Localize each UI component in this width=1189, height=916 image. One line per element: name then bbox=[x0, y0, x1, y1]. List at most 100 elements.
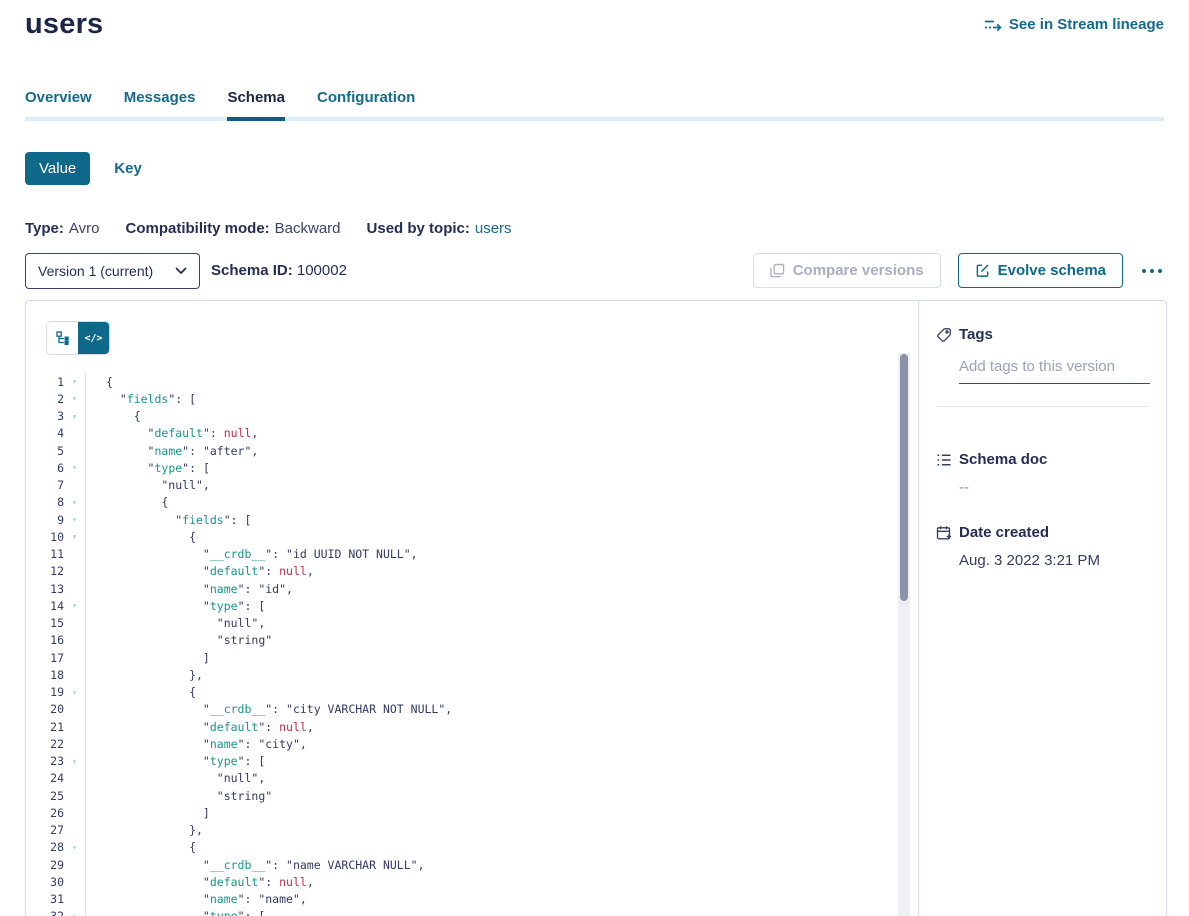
more-options-button[interactable] bbox=[1140, 263, 1164, 279]
tab-schema[interactable]: Schema bbox=[227, 89, 285, 117]
schema-panel: </> 1▾{2▾ "fields": [3▾ {4 "default": nu… bbox=[25, 300, 1167, 916]
code-line: 8▾ { bbox=[26, 494, 898, 511]
evolve-schema-label: Evolve schema bbox=[998, 262, 1106, 279]
tab-configuration[interactable]: Configuration bbox=[317, 89, 415, 117]
fold-toggle-icon[interactable]: ▾ bbox=[64, 498, 85, 507]
fold-toggle-icon[interactable]: ▾ bbox=[64, 601, 85, 610]
schema-doc-title: Schema doc bbox=[959, 451, 1047, 468]
code-text: "fields": [ bbox=[85, 511, 898, 528]
code-line: 23▾ "type": [ bbox=[26, 753, 898, 770]
code-line: 17 ] bbox=[26, 649, 898, 666]
scrollbar-thumb[interactable] bbox=[900, 354, 908, 601]
code-text: "default": null, bbox=[85, 873, 898, 890]
code-line: 18 }, bbox=[26, 666, 898, 683]
schema-doc-value: -- bbox=[959, 479, 1150, 496]
schema-sidebar: Tags Schema doc -- bbox=[919, 301, 1166, 916]
code-view-button[interactable]: </> bbox=[78, 322, 109, 354]
schema-doc-heading: Schema doc bbox=[936, 451, 1150, 468]
code-line: 19▾ { bbox=[26, 684, 898, 701]
version-bar-actions: Compare versions Evolve schema bbox=[753, 253, 1164, 288]
code-line: 30 "default": null, bbox=[26, 873, 898, 890]
add-tags-input[interactable] bbox=[959, 356, 1150, 384]
tags-section-heading: Tags bbox=[936, 326, 1150, 343]
code-line: 13 "name": "id", bbox=[26, 580, 898, 597]
scrollbar-track[interactable] bbox=[898, 353, 910, 916]
used-by-topic-label: Used by topic: bbox=[367, 220, 470, 237]
code-text: "__crdb__": "name VARCHAR NULL", bbox=[85, 856, 898, 873]
list-icon bbox=[936, 452, 952, 468]
code-line: 31 "name": "name", bbox=[26, 891, 898, 908]
line-number: 3 bbox=[26, 409, 64, 423]
line-number: 29 bbox=[26, 858, 64, 872]
code-text: "__crdb__": "city VARCHAR NOT NULL", bbox=[85, 701, 898, 718]
code-text: { bbox=[85, 528, 898, 545]
code-text: "fields": [ bbox=[85, 390, 898, 407]
compatibility-label: Compatibility mode: bbox=[125, 220, 269, 237]
ellipsis-icon bbox=[1150, 269, 1154, 273]
fold-toggle-icon[interactable]: ▾ bbox=[64, 394, 85, 403]
line-number: 31 bbox=[26, 892, 64, 906]
tree-view-button[interactable] bbox=[47, 322, 78, 354]
code-text: "default": null, bbox=[85, 563, 898, 580]
fold-toggle-icon[interactable]: ▾ bbox=[64, 515, 85, 524]
code-line: 15 "null", bbox=[26, 615, 898, 632]
schema-doc-section: Schema doc -- bbox=[936, 451, 1150, 496]
fold-toggle-icon[interactable]: ▾ bbox=[64, 757, 85, 766]
evolve-schema-button[interactable]: Evolve schema bbox=[958, 253, 1123, 288]
line-number: 28 bbox=[26, 840, 64, 854]
see-in-stream-lineage-link[interactable]: See in Stream lineage bbox=[984, 16, 1164, 33]
fold-toggle-icon[interactable]: ▾ bbox=[64, 412, 85, 421]
code-line: 22 "name": "city", bbox=[26, 735, 898, 752]
code-line: 3▾ { bbox=[26, 408, 898, 425]
used-by-topic-link[interactable]: users bbox=[475, 220, 512, 237]
line-number: 10 bbox=[26, 530, 64, 544]
code-text: "name": "id", bbox=[85, 580, 898, 597]
fold-toggle-icon[interactable]: ▾ bbox=[64, 377, 85, 386]
code-text: "type": [ bbox=[85, 908, 898, 916]
schema-id-field: Schema ID: 100002 bbox=[211, 262, 347, 279]
compare-versions-button[interactable]: Compare versions bbox=[753, 253, 941, 288]
fold-toggle-icon[interactable]: ▾ bbox=[64, 532, 85, 541]
value-toggle-button[interactable]: Value bbox=[25, 152, 90, 185]
schema-id-label: Schema ID: bbox=[211, 262, 293, 279]
tags-title: Tags bbox=[959, 326, 993, 343]
line-number: 7 bbox=[26, 478, 64, 492]
code-line: 27 }, bbox=[26, 822, 898, 839]
code-line: 4 "default": null, bbox=[26, 425, 898, 442]
key-toggle-button[interactable]: Key bbox=[114, 160, 142, 177]
code-text: "default": null, bbox=[85, 718, 898, 735]
code-lines: 1▾{2▾ "fields": [3▾ {4 "default": null,5… bbox=[26, 373, 898, 916]
fold-toggle-icon[interactable]: ▾ bbox=[64, 912, 85, 916]
code-line: 10▾ { bbox=[26, 528, 898, 545]
compatibility-field: Compatibility mode:Backward bbox=[125, 220, 340, 237]
code-line: 5 "name": "after", bbox=[26, 442, 898, 459]
code-line: 14▾ "type": [ bbox=[26, 597, 898, 614]
line-number: 16 bbox=[26, 633, 64, 647]
line-number: 6 bbox=[26, 461, 64, 475]
fold-toggle-icon[interactable]: ▾ bbox=[64, 688, 85, 697]
code-text: { bbox=[85, 494, 898, 511]
fold-toggle-icon[interactable]: ▾ bbox=[64, 463, 85, 472]
edit-icon bbox=[975, 263, 990, 278]
version-select[interactable]: Version 1 (current) bbox=[25, 253, 200, 289]
line-number: 11 bbox=[26, 547, 64, 561]
line-number: 19 bbox=[26, 685, 64, 699]
code-text: { bbox=[85, 684, 898, 701]
line-number: 9 bbox=[26, 513, 64, 527]
date-created-section: Date created Aug. 3 2022 3:21 PM bbox=[936, 524, 1150, 569]
code-line: 21 "default": null, bbox=[26, 718, 898, 735]
fold-toggle-icon[interactable]: ▾ bbox=[64, 843, 85, 852]
tab-bar: Overview Messages Schema Configuration bbox=[25, 89, 1164, 121]
schema-meta-row: Type:Avro Compatibility mode:Backward Us… bbox=[25, 220, 512, 237]
version-bar: Version 1 (current) Schema ID: 100002 Co… bbox=[25, 253, 1164, 289]
code-text: "null", bbox=[85, 770, 898, 787]
code-text: "string" bbox=[85, 632, 898, 649]
tab-overview[interactable]: Overview bbox=[25, 89, 92, 117]
tab-messages[interactable]: Messages bbox=[124, 89, 196, 117]
chevron-down-icon bbox=[175, 267, 187, 275]
code-text: "name": "after", bbox=[85, 442, 898, 459]
line-number: 15 bbox=[26, 616, 64, 630]
code-line: 29 "__crdb__": "name VARCHAR NULL", bbox=[26, 856, 898, 873]
code-line: 1▾{ bbox=[26, 373, 898, 390]
line-number: 2 bbox=[26, 392, 64, 406]
